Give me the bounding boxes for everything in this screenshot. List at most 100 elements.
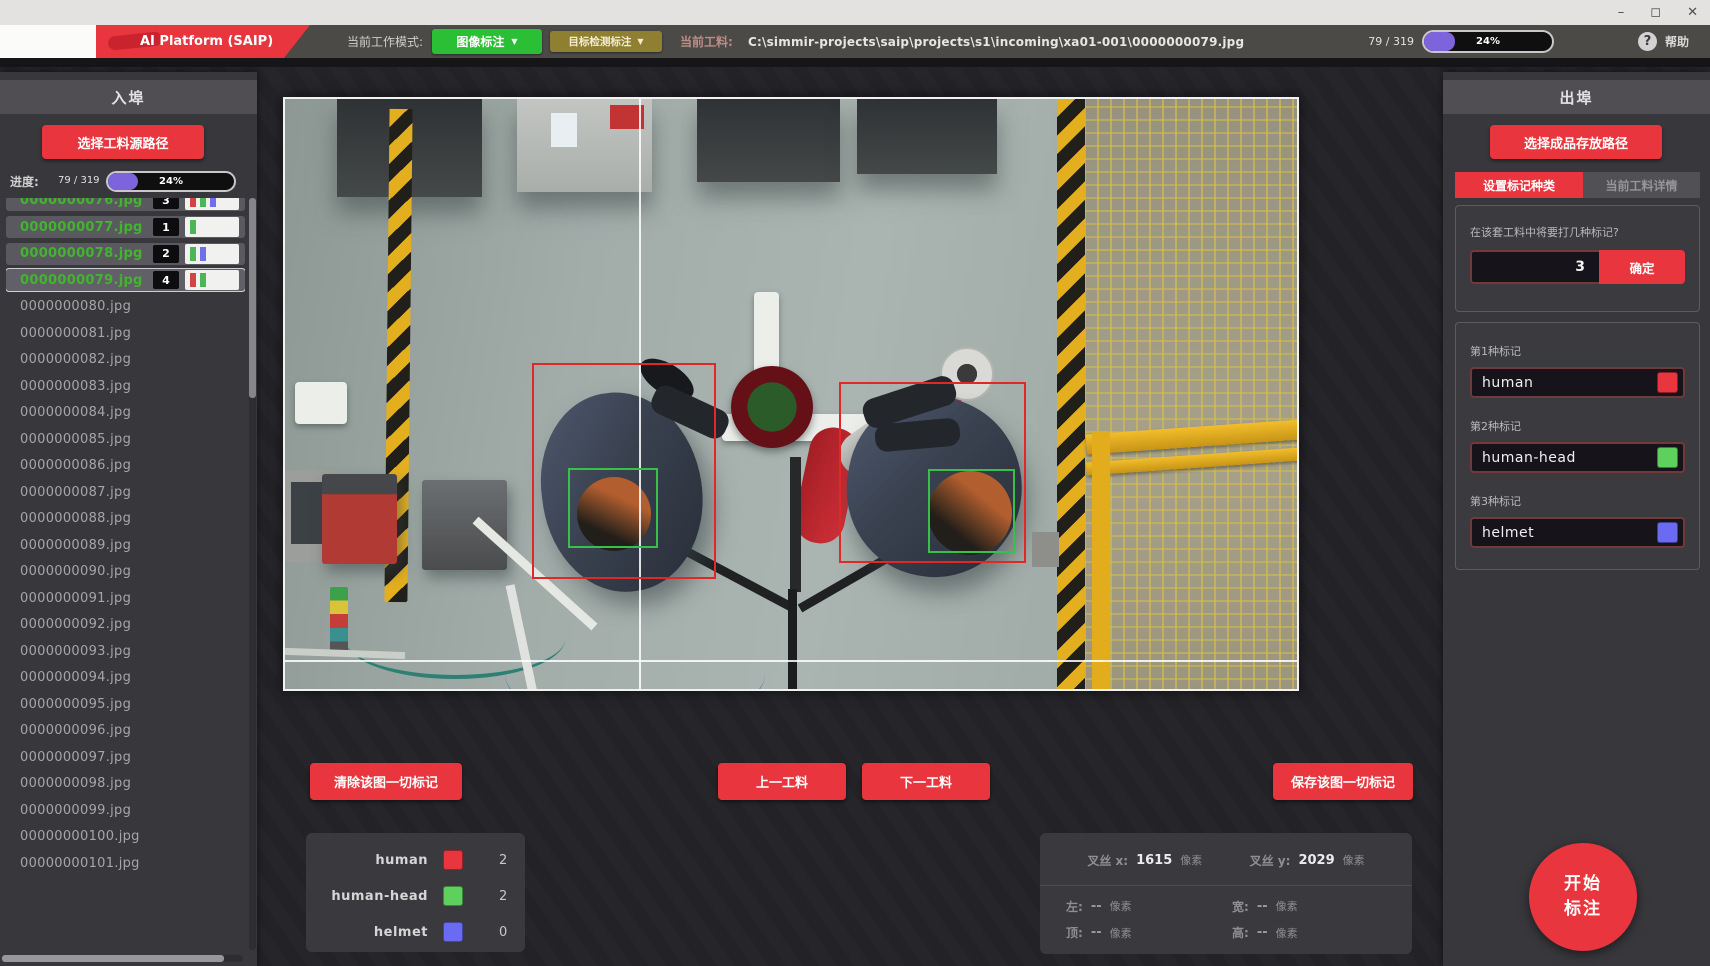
scrollbar-thumb[interactable] xyxy=(2,955,224,962)
file-name: 0000000088.jpg xyxy=(20,511,131,526)
annotation-color-chart xyxy=(185,270,239,290)
file-name: 0000000080.jpg xyxy=(20,299,131,314)
file-list-item[interactable]: 0000000086.jpg xyxy=(6,455,245,477)
progress-percent: 24% xyxy=(1424,32,1552,51)
file-name: 0000000082.jpg xyxy=(20,352,131,367)
color-bar xyxy=(190,220,196,234)
input-panel-title: 入埠 xyxy=(0,80,257,114)
file-list-item[interactable]: 0000000081.jpg xyxy=(6,322,245,344)
annotation-count-badge: 1 xyxy=(153,218,179,236)
file-name: 0000000093.jpg xyxy=(20,644,131,659)
file-list-item[interactable]: 0000000078.jpg2 xyxy=(6,243,245,265)
bbox-human-head[interactable] xyxy=(568,468,658,548)
coordinate-value: -- xyxy=(1257,925,1268,940)
file-list-item[interactable]: 0000000089.jpg xyxy=(6,534,245,556)
header-progress-bar: 24% xyxy=(1422,30,1554,53)
file-list-item[interactable]: 0000000080.jpg xyxy=(6,296,245,318)
tab-set-label-types[interactable]: 设置标记种类 xyxy=(1455,172,1583,198)
file-list-item[interactable]: 0000000077.jpg1 xyxy=(6,216,245,238)
app-title: AI Platform (SAIP) xyxy=(140,34,273,49)
logo-area xyxy=(0,25,103,58)
file-list-item[interactable]: 0000000092.jpg xyxy=(6,614,245,636)
horizontal-scrollbar[interactable] xyxy=(2,955,243,962)
help-button[interactable]: ? 帮助 xyxy=(1638,25,1689,58)
progress-percent: 24% xyxy=(108,173,234,190)
coordinate-unit: 像素 xyxy=(1343,852,1365,868)
current-file-path: C:\simmir-projects\saip\projects\s1\inco… xyxy=(748,25,1244,58)
tab-current-item-details[interactable]: 当前工料详情 xyxy=(1583,172,1700,198)
legend-count: 0 xyxy=(499,925,507,940)
file-list-item[interactable]: 0000000094.jpg xyxy=(6,667,245,689)
file-name: 00000000100.jpg xyxy=(20,829,140,844)
crosshair-horizontal xyxy=(285,660,1297,662)
file-list-item[interactable]: 0000000095.jpg xyxy=(6,693,245,715)
scrollbar-thumb[interactable] xyxy=(249,198,256,398)
legend-row: human 2 xyxy=(306,842,525,878)
file-list-item[interactable]: 0000000079.jpg4 xyxy=(6,269,245,291)
file-list-item[interactable]: 0000000096.jpg xyxy=(6,720,245,742)
file-list-item[interactable]: 0000000097.jpg xyxy=(6,746,245,768)
legend-count: 2 xyxy=(499,853,507,868)
label-name-input[interactable]: human-head xyxy=(1470,442,1685,473)
start-annotation-button[interactable]: 开始 标注 xyxy=(1529,843,1637,951)
file-list-item[interactable]: 0000000090.jpg xyxy=(6,561,245,583)
vertical-scrollbar[interactable] xyxy=(249,198,256,950)
file-list-item[interactable]: 0000000087.jpg xyxy=(6,481,245,503)
file-list-item[interactable]: 0000000076.jpg3 xyxy=(6,198,245,211)
header-divider xyxy=(0,58,1710,67)
file-name: 0000000085.jpg xyxy=(20,432,131,447)
save-annotations-button[interactable]: 保存该图一切标记 xyxy=(1273,763,1413,800)
file-list-item[interactable]: 0000000088.jpg xyxy=(6,508,245,530)
file-list-item[interactable]: 0000000085.jpg xyxy=(6,428,245,450)
minimize-icon[interactable]: – xyxy=(1618,6,1625,19)
label-color-swatch[interactable] xyxy=(1657,522,1678,543)
file-name: 0000000092.jpg xyxy=(20,617,131,632)
detection-annotation-mode-dropdown[interactable]: 目标检测标注 ▼ xyxy=(550,31,662,52)
label-name-input[interactable]: human xyxy=(1470,367,1685,398)
bbox-layer xyxy=(285,99,1297,689)
file-list-item[interactable]: 0000000084.jpg xyxy=(6,402,245,424)
file-list-item[interactable]: 0000000098.jpg xyxy=(6,773,245,795)
select-source-path-button[interactable]: 选择工料源路径 xyxy=(42,125,204,159)
file-list-item[interactable]: 00000000101.jpg xyxy=(6,852,245,874)
header-progress-count: 79 / 319 xyxy=(1352,25,1414,58)
close-icon[interactable]: ✕ xyxy=(1687,6,1698,19)
label-color-swatch[interactable] xyxy=(1657,447,1678,468)
clear-annotations-button[interactable]: 清除该图一切标记 xyxy=(310,763,462,800)
annotation-canvas[interactable] xyxy=(283,97,1299,691)
file-name: 0000000083.jpg xyxy=(20,379,131,394)
file-list: 0000000076.jpg3 0000000077.jpg1 0000000078… xyxy=(6,198,245,950)
next-item-button[interactable]: 下一工料 xyxy=(862,763,990,800)
file-name: 0000000094.jpg xyxy=(20,670,131,685)
file-list-item[interactable]: 0000000091.jpg xyxy=(6,587,245,609)
select-output-path-button[interactable]: 选择成品存放路径 xyxy=(1490,125,1662,159)
label-name-input[interactable]: helmet xyxy=(1470,517,1685,548)
coordinate-cell: 叉丝 y:2029像素 xyxy=(1250,852,1365,869)
label-count-input[interactable]: 3 xyxy=(1470,250,1599,284)
file-list-item[interactable]: 0000000093.jpg xyxy=(6,640,245,662)
divider xyxy=(1040,885,1412,886)
maximize-icon[interactable]: ◻ xyxy=(1650,6,1661,19)
chevron-down-icon: ▼ xyxy=(637,38,643,46)
file-list-item[interactable]: 00000000100.jpg xyxy=(6,826,245,848)
confirm-button[interactable]: 确定 xyxy=(1599,250,1685,284)
coordinates-readout: 叉丝 x:1615像素叉丝 y:2029像素 左:--像素宽:--像素顶:--像… xyxy=(1040,833,1412,954)
file-list-item[interactable]: 0000000099.jpg xyxy=(6,799,245,821)
file-name: 0000000081.jpg xyxy=(20,326,131,341)
file-list-item[interactable]: 0000000082.jpg xyxy=(6,349,245,371)
color-bar xyxy=(190,273,196,287)
coordinate-value: -- xyxy=(1257,899,1268,914)
file-name: 0000000078.jpg xyxy=(20,246,143,261)
legend-class-label: human xyxy=(306,853,428,868)
color-bar xyxy=(190,247,196,261)
label-name-value: human-head xyxy=(1482,450,1576,466)
image-annotation-mode-dropdown[interactable]: 图像标注 ▼ xyxy=(432,29,542,54)
file-list-item[interactable]: 0000000083.jpg xyxy=(6,375,245,397)
label-color-swatch[interactable] xyxy=(1657,372,1678,393)
color-bar xyxy=(200,273,206,287)
legend-row: helmet0 xyxy=(306,914,525,950)
coordinate-cell: 顶:--像素 xyxy=(1066,924,1232,941)
bbox-human-head[interactable] xyxy=(928,469,1015,553)
previous-item-button[interactable]: 上一工料 xyxy=(718,763,846,800)
file-name: 0000000095.jpg xyxy=(20,697,131,712)
